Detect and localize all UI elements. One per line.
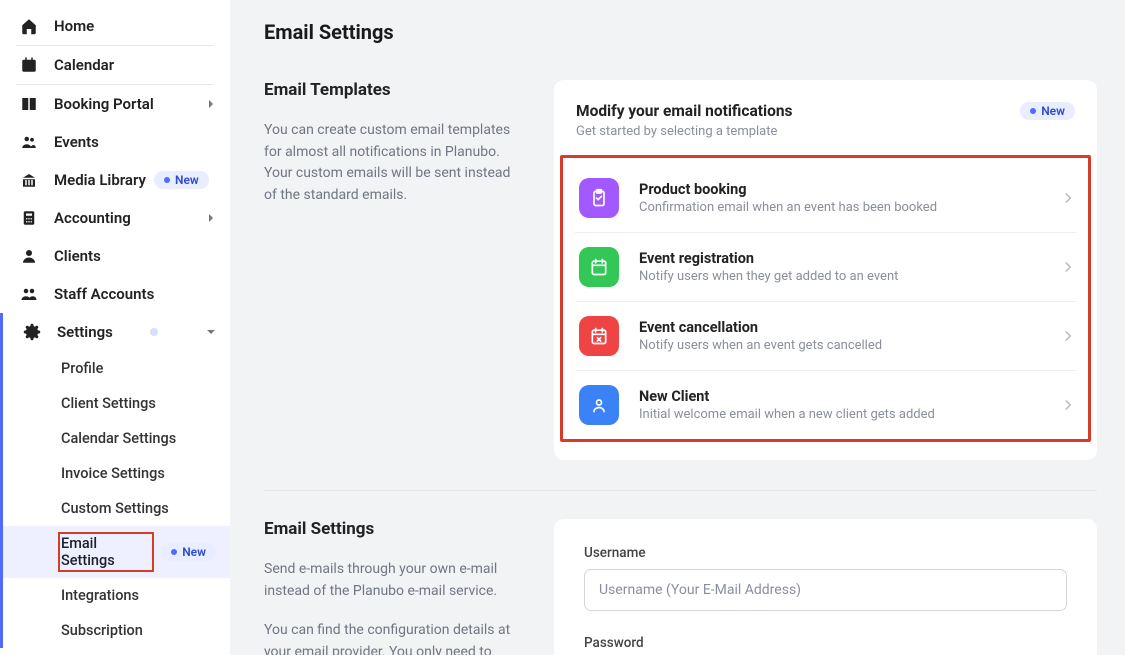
sidebar-label: Calendar xyxy=(54,56,114,74)
new-badge: New xyxy=(154,171,209,189)
sidebar-subitem-calendar-settings[interactable]: Calendar Settings xyxy=(3,421,230,456)
template-row-new-client[interactable]: New Client Initial welcome email when a n… xyxy=(575,371,1076,439)
sidebar-item-accounting[interactable]: Accounting xyxy=(0,199,230,237)
password-label: Password xyxy=(584,635,1067,651)
sidebar-sub-label: Calendar Settings xyxy=(61,430,176,447)
calc-icon xyxy=(18,209,40,227)
calendar-icon xyxy=(18,56,40,74)
staff-icon xyxy=(18,285,40,303)
section-desc-smtp-2: You can find the configuration details a… xyxy=(264,620,524,655)
sidebar-sub-label: Email Settings xyxy=(61,535,151,569)
sidebar-label: Clients xyxy=(54,247,101,265)
smtp-form-card: Username Password xyxy=(554,519,1097,655)
sidebar-item-settings[interactable]: Settings xyxy=(3,313,230,351)
username-input[interactable] xyxy=(584,569,1067,611)
section-heading-templates: Email Templates xyxy=(264,80,524,100)
sidebar-item-help-center[interactable]: Help Center xyxy=(0,648,230,655)
cal-icon xyxy=(579,247,619,287)
chevron-right-icon xyxy=(206,209,216,227)
users-icon xyxy=(18,133,40,151)
template-title: New Client xyxy=(639,388,1064,405)
library-icon xyxy=(18,171,40,189)
sidebar-sub-label: Invoice Settings xyxy=(61,465,165,482)
chevron-down-icon xyxy=(206,323,216,341)
sidebar-label: Staff Accounts xyxy=(54,285,154,303)
sidebar-item-media-library[interactable]: Media Library New xyxy=(0,161,230,199)
sidebar-label: Events xyxy=(54,133,99,151)
card-subtitle: Get started by selecting a template xyxy=(554,124,1097,151)
gear-icon xyxy=(21,323,43,341)
sidebar-sub-label: Custom Settings xyxy=(61,500,169,517)
section-desc-smtp: Send e-mails through your own e-mail ins… xyxy=(264,559,524,602)
page-title: Email Settings xyxy=(264,20,1097,44)
clipboard-icon xyxy=(579,178,619,218)
chevron-right-icon xyxy=(1064,258,1072,277)
template-row-product-booking[interactable]: Product booking Confirmation email when a… xyxy=(575,164,1076,233)
template-title: Event cancellation xyxy=(639,319,1064,336)
new-badge: New xyxy=(1020,102,1075,120)
chevron-right-icon xyxy=(206,95,216,113)
sidebar-subitem-invoice-settings[interactable]: Invoice Settings xyxy=(3,456,230,491)
sidebar-subitem-client-settings[interactable]: Client Settings xyxy=(3,386,230,421)
new-badge: New xyxy=(161,543,216,561)
username-label: Username xyxy=(584,545,1067,561)
sidebar-item-events[interactable]: Events xyxy=(0,123,230,161)
template-row-event-registration[interactable]: Event registration Notify users when they… xyxy=(575,233,1076,302)
sidebar-label: Settings xyxy=(57,323,113,341)
sidebar-label: Booking Portal xyxy=(54,95,154,113)
template-subtitle: Confirmation email when an event has bee… xyxy=(639,200,1064,215)
sidebar-item-booking-portal[interactable]: Booking Portal xyxy=(0,85,230,123)
chevron-right-icon xyxy=(1064,396,1072,415)
sidebar-sub-label: Integrations xyxy=(61,587,139,604)
sidebar-sub-label: Profile xyxy=(61,360,103,377)
template-row-event-cancellation[interactable]: Event cancellation Notify users when an e… xyxy=(575,302,1076,371)
sidebar-label: Home xyxy=(54,17,94,35)
sidebar-subitem-custom-settings[interactable]: Custom Settings xyxy=(3,491,230,526)
sidebar-subitem-integrations[interactable]: Integrations xyxy=(3,578,230,613)
chevron-right-icon xyxy=(1064,189,1072,208)
card-title: Modify your email notifications xyxy=(576,102,793,120)
templates-card: Modify your email notifications New Get … xyxy=(554,80,1097,460)
book-icon xyxy=(18,95,40,113)
template-title: Product booking xyxy=(639,181,1064,198)
dot-indicator xyxy=(150,328,158,336)
sidebar-item-calendar[interactable]: Calendar xyxy=(16,46,214,85)
user-icon xyxy=(18,247,40,265)
home-icon xyxy=(18,17,40,35)
section-heading-smtp: Email Settings xyxy=(264,519,524,539)
sidebar-subitem-profile[interactable]: Profile xyxy=(3,351,230,386)
templates-highlight-box: Product booking Confirmation email when a… xyxy=(560,155,1091,442)
sidebar-subitem-email-settings[interactable]: Email Settings New xyxy=(3,526,230,578)
template-subtitle: Initial welcome email when a new client … xyxy=(639,407,1064,422)
template-subtitle: Notify users when they get added to an e… xyxy=(639,269,1064,284)
template-title: Event registration xyxy=(639,250,1064,267)
sidebar: Home Calendar Booking Portal Events Media Li… xyxy=(0,0,230,655)
sidebar-label: Accounting xyxy=(54,209,131,227)
sidebar-sub-label: Client Settings xyxy=(61,395,156,412)
divider xyxy=(264,490,1097,491)
sidebar-item-clients[interactable]: Clients xyxy=(0,237,230,275)
template-subtitle: Notify users when an event gets cancelle… xyxy=(639,338,1064,353)
sidebar-label: Media Library xyxy=(54,171,146,189)
main-content: Email Settings Email Templates You can c… xyxy=(230,0,1125,655)
section-desc-templates: You can create custom email templates fo… xyxy=(264,120,524,207)
sidebar-sub-label: Subscription xyxy=(61,622,143,639)
person-icon xyxy=(579,385,619,425)
sidebar-item-staff-accounts[interactable]: Staff Accounts xyxy=(0,275,230,313)
sidebar-subitem-subscription[interactable]: Subscription xyxy=(3,613,230,648)
chevron-right-icon xyxy=(1064,327,1072,346)
cal-x-icon xyxy=(579,316,619,356)
sidebar-item-home[interactable]: Home xyxy=(16,7,214,46)
